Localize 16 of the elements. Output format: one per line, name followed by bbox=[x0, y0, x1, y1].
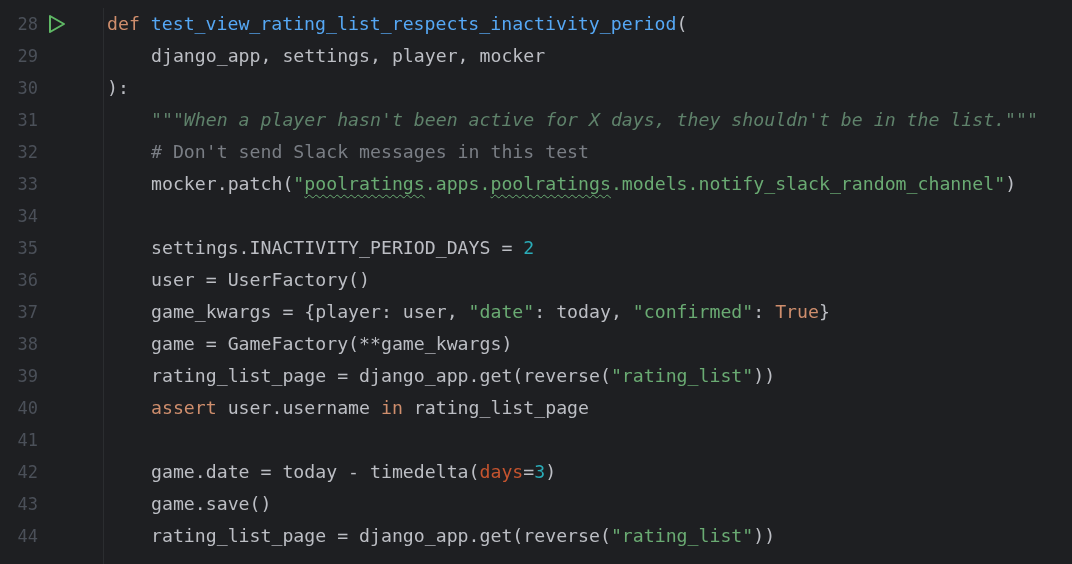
code-line: django_app, settings, player, mocker bbox=[151, 46, 546, 66]
code-line: ): bbox=[107, 78, 129, 98]
code-line: """When a player hasn't been active for X days, they shouldn't be in the list.""" bbox=[151, 110, 1038, 130]
code-line: # Don't send Slack messages in this test bbox=[151, 142, 589, 162]
code-line: game_kwargs = {player: user, "date": today, "confirmed": True} bbox=[151, 302, 830, 322]
code-line: rating_list_page = django_app.get(reverse("rating_list")) bbox=[151, 366, 776, 386]
code-line: mocker.patch("poolratings.apps.poolratings.models.notify_slack_random_channel") bbox=[151, 174, 1017, 194]
code-line: game.save() bbox=[151, 494, 272, 514]
code-line: assert user.username in rating_list_page bbox=[151, 398, 589, 418]
code-line: def test_view_rating_list_respects_inactivity_period( bbox=[107, 14, 688, 34]
run-icon[interactable] bbox=[48, 14, 66, 34]
code-line: game = GameFactory(**game_kwargs) bbox=[151, 334, 513, 354]
code-line: game.date = today - timedelta(days=3) bbox=[151, 462, 557, 482]
code-line: user = UserFactory() bbox=[151, 270, 370, 290]
code-line: settings.INACTIVITY_PERIOD_DAYS = 2 bbox=[151, 238, 535, 258]
code-line: rating_list_page = django_app.get(reverse("rating_list")) bbox=[151, 526, 776, 546]
